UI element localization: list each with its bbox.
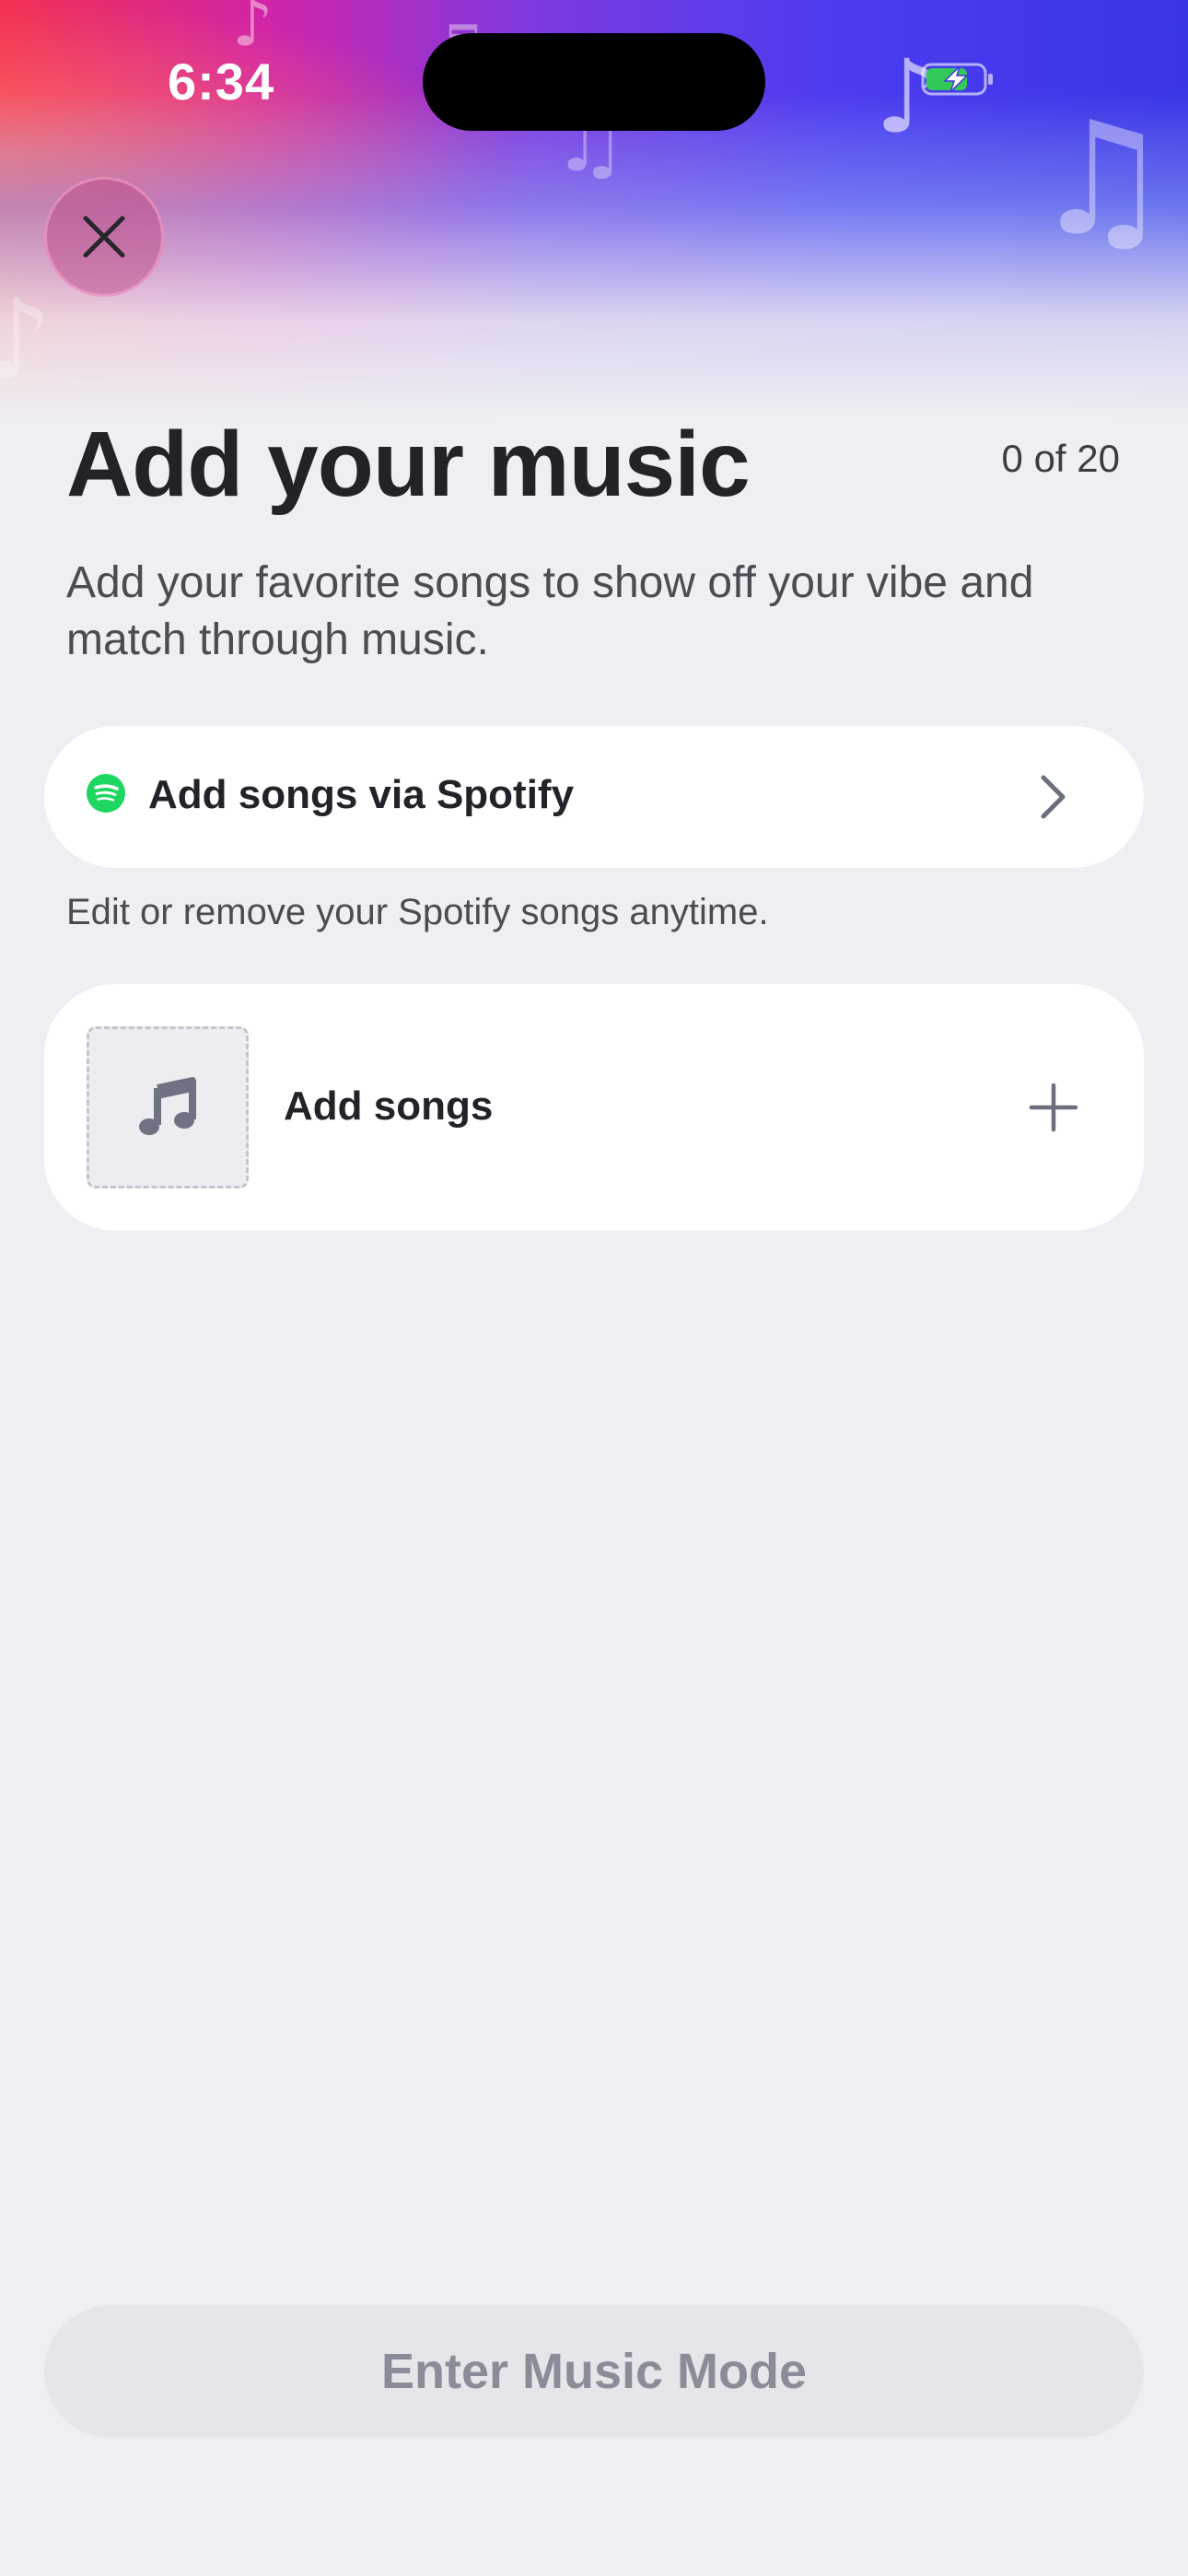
enter-music-mode-button[interactable]: Enter Music Mode [44, 2305, 1144, 2438]
music-note-decoration-icon: ♫ [1031, 88, 1172, 271]
page-subtitle: Add your favorite songs to show off your… [66, 558, 1034, 664]
dynamic-island [423, 33, 765, 131]
battery-charging-icon [921, 63, 993, 96]
spotify-button-label: Add songs via Spotify [148, 772, 575, 817]
music-note-decoration-icon: ♪ [232, 0, 274, 61]
status-bar-time: 6:34 [168, 53, 275, 111]
music-note-decoration-icon: ♪ [0, 276, 52, 404]
music-note-icon [139, 1077, 196, 1135]
add-songs-button[interactable]: Add songs [44, 984, 1144, 1231]
song-artwork-placeholder [87, 1026, 249, 1188]
close-icon [83, 216, 125, 258]
add-songs-label: Add songs [284, 1083, 494, 1129]
plus-icon [1029, 1083, 1078, 1132]
spotify-helper-text: Edit or remove your Spotify songs anytim… [66, 892, 769, 932]
add-songs-via-spotify-button[interactable]: Add songs via Spotify [44, 726, 1144, 868]
close-button[interactable] [44, 177, 164, 297]
chevron-right-icon [1041, 775, 1066, 819]
spotify-icon [87, 774, 125, 813]
page-title: Add your music [66, 413, 751, 516]
song-counter: 0 of 20 [1001, 437, 1120, 480]
music-note-decoration-icon: ♪ [875, 38, 940, 156]
